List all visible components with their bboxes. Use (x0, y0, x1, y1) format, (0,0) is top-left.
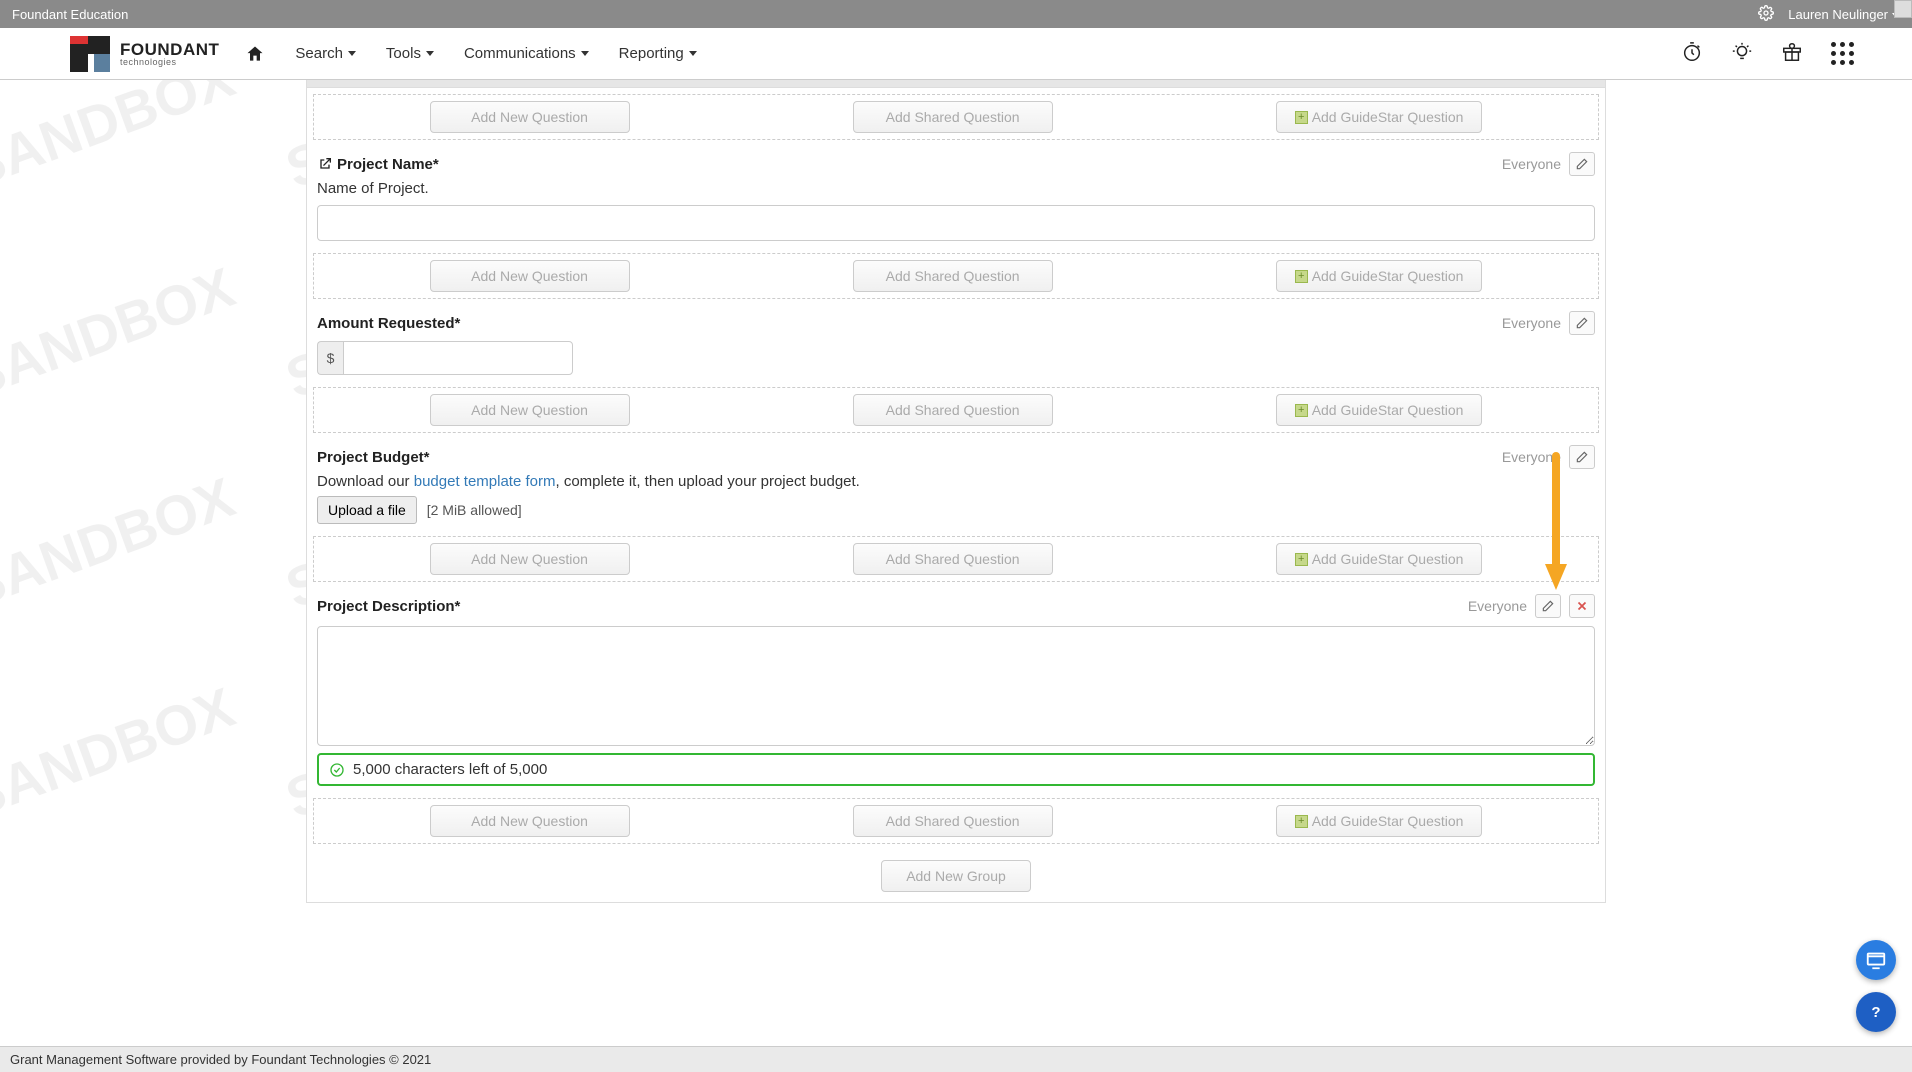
question-label: Project Description* (317, 598, 460, 615)
visibility-label: Everyone (1468, 598, 1527, 614)
add-guidestar-question-button[interactable]: Add GuideStar Question (1276, 260, 1483, 292)
nav-search[interactable]: Search (295, 45, 356, 62)
home-icon (245, 44, 265, 64)
logo[interactable]: FOUNDANT technologies (70, 36, 219, 72)
shared-icon (317, 156, 333, 172)
question-project-name: Project Name* Everyone Name of Project. (307, 146, 1605, 247)
add-question-row: Add New Question Add Shared Question Add… (313, 387, 1599, 433)
lightbulb-icon[interactable] (1731, 41, 1753, 66)
currency-prefix: $ (317, 341, 343, 375)
delete-question-button[interactable] (1569, 594, 1595, 618)
navbar: FOUNDANT technologies Search Tools Commu… (0, 28, 1912, 80)
upload-size-note: [2 MiB allowed] (427, 502, 522, 518)
question-subtext: Download our budget template form, compl… (317, 473, 1595, 490)
guidestar-icon (1295, 111, 1308, 124)
add-question-row: Add New Question Add Shared Question Add… (313, 536, 1599, 582)
stopwatch-icon[interactable] (1681, 41, 1703, 66)
question-project-budget: Project Budget* Everyone Download our bu… (307, 439, 1605, 530)
nav-communications[interactable]: Communications (464, 45, 589, 62)
add-question-row: Add New Question Add Shared Question Add… (313, 253, 1599, 299)
floating-screen-button[interactable] (1856, 940, 1896, 980)
settings-gear-icon[interactable] (1758, 5, 1774, 24)
nav-home[interactable] (245, 44, 265, 64)
user-menu[interactable]: Lauren Neulinger (1788, 7, 1900, 22)
amount-requested-input[interactable] (343, 341, 573, 375)
site-title: Foundant Education (12, 7, 128, 22)
add-guidestar-question-button[interactable]: Add GuideStar Question (1276, 805, 1483, 837)
question-amount-requested: Amount Requested* Everyone $ (307, 305, 1605, 381)
add-guidestar-question-button[interactable]: Add GuideStar Question (1276, 394, 1483, 426)
edit-question-button[interactable] (1569, 311, 1595, 335)
user-name: Lauren Neulinger (1788, 7, 1888, 22)
caret-down-icon (426, 51, 434, 56)
caret-down-icon (581, 51, 589, 56)
add-question-row: Add New Question Add Shared Question Add… (313, 94, 1599, 140)
visibility-label: Everyone (1502, 156, 1561, 172)
add-guidestar-question-button[interactable]: Add GuideStar Question (1276, 101, 1483, 133)
edit-question-button[interactable] (1569, 152, 1595, 176)
logo-text-small: technologies (120, 58, 219, 67)
check-circle-icon (329, 762, 345, 778)
visibility-label: Everyone (1502, 315, 1561, 331)
add-new-question-button[interactable]: Add New Question (430, 543, 630, 575)
question-label: Amount Requested* (317, 315, 460, 332)
guidestar-icon (1295, 270, 1308, 283)
svg-text:?: ? (1871, 1004, 1880, 1021)
gift-icon[interactable] (1781, 41, 1803, 66)
project-name-input[interactable] (317, 205, 1595, 241)
floating-help-button[interactable]: ? (1856, 992, 1896, 1032)
caret-down-icon (689, 51, 697, 56)
add-new-question-button[interactable]: Add New Question (430, 260, 630, 292)
topbar: Foundant Education Lauren Neulinger (0, 0, 1912, 28)
footer-text: Grant Management Software provided by Fo… (10, 1052, 431, 1067)
add-question-row: Add New Question Add Shared Question Add… (313, 798, 1599, 844)
caret-down-icon (348, 51, 356, 56)
logo-text-big: FOUNDANT (120, 41, 219, 58)
nav-reporting[interactable]: Reporting (619, 45, 697, 62)
footer: Grant Management Software provided by Fo… (0, 1046, 1912, 1072)
apps-icon[interactable] (1831, 42, 1854, 65)
add-guidestar-question-button[interactable]: Add GuideStar Question (1276, 543, 1483, 575)
upload-file-button[interactable]: Upload a file (317, 496, 417, 524)
scroll-up-button[interactable] (1894, 0, 1912, 18)
question-subtext: Name of Project. (317, 180, 1595, 197)
add-new-question-button[interactable]: Add New Question (430, 101, 630, 133)
add-shared-question-button[interactable]: Add Shared Question (853, 394, 1053, 426)
budget-template-link[interactable]: budget template form (414, 473, 556, 490)
logo-mark-icon (70, 36, 110, 72)
edit-question-button[interactable] (1535, 594, 1561, 618)
project-description-textarea[interactable] (317, 626, 1595, 746)
form-builder-panel: Add New Question Add Shared Question Add… (306, 80, 1606, 903)
edit-question-button[interactable] (1569, 445, 1595, 469)
add-new-question-button[interactable]: Add New Question (430, 805, 630, 837)
add-new-group-button[interactable]: Add New Group (881, 860, 1031, 892)
guidestar-icon (1295, 404, 1308, 417)
add-shared-question-button[interactable]: Add Shared Question (853, 805, 1053, 837)
add-group-row: Add New Group (307, 850, 1605, 902)
add-shared-question-button[interactable]: Add Shared Question (853, 543, 1053, 575)
add-shared-question-button[interactable]: Add Shared Question (853, 101, 1053, 133)
question-label: Project Name* (337, 156, 439, 173)
character-counter: 5,000 characters left of 5,000 (317, 753, 1595, 786)
guidestar-icon (1295, 553, 1308, 566)
question-label: Project Budget* (317, 449, 430, 466)
annotation-arrow (1543, 452, 1569, 595)
nav-tools[interactable]: Tools (386, 45, 434, 62)
add-shared-question-button[interactable]: Add Shared Question (853, 260, 1053, 292)
add-new-question-button[interactable]: Add New Question (430, 394, 630, 426)
question-project-description: Project Description* Everyone 5,000 char… (307, 588, 1605, 792)
guidestar-icon (1295, 815, 1308, 828)
